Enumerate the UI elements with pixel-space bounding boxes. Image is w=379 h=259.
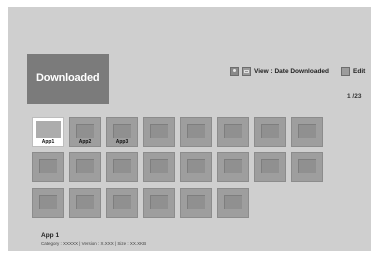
app-thumbnail — [76, 159, 94, 173]
app-thumbnail — [76, 124, 94, 138]
app-tile[interactable] — [180, 117, 212, 147]
app-thumbnail — [224, 159, 242, 173]
app-thumbnail — [150, 124, 168, 138]
app-tile[interactable] — [180, 188, 212, 218]
header-tab: Downloaded — [27, 54, 109, 104]
app-tile[interactable] — [143, 117, 175, 147]
app-tile-app2[interactable]: App2 — [69, 117, 101, 147]
app-thumbnail — [298, 159, 316, 173]
app-thumbnail — [298, 124, 316, 138]
app-grid-row: App1 App2 App3 — [32, 117, 323, 147]
app-tile[interactable] — [254, 117, 286, 147]
app-tile[interactable] — [180, 152, 212, 182]
app-tile[interactable] — [32, 188, 64, 218]
screen: Downloaded View : Date Downloaded Edit 1… — [8, 7, 371, 251]
app-tile[interactable] — [106, 152, 138, 182]
app-tile[interactable] — [143, 152, 175, 182]
app-tile[interactable] — [69, 188, 101, 218]
selected-app-name: App 1 — [41, 232, 60, 239]
view-sort-label[interactable]: View : Date Downloaded — [254, 68, 329, 75]
app-tile[interactable] — [143, 188, 175, 218]
app-grid-row — [32, 152, 323, 182]
app-tile[interactable] — [106, 188, 138, 218]
app-thumbnail — [113, 159, 131, 173]
app-label: App1 — [41, 139, 55, 145]
edit-icon[interactable] — [341, 66, 351, 76]
user-icon[interactable] — [230, 66, 239, 76]
page-title: Downloaded — [36, 72, 100, 84]
app-thumbnail — [113, 124, 131, 138]
app-tile[interactable] — [291, 152, 323, 182]
app-label: App2 — [78, 139, 92, 145]
app-tile-app1[interactable]: App1 — [32, 117, 64, 147]
app-grid-row — [32, 188, 249, 218]
app-thumbnail — [187, 195, 205, 209]
app-tile[interactable] — [291, 117, 323, 147]
app-thumbnail — [113, 195, 131, 209]
app-tile[interactable] — [217, 188, 249, 218]
app-thumbnail — [224, 195, 242, 209]
app-tile[interactable] — [69, 152, 101, 182]
app-label: App3 — [115, 139, 129, 145]
toolbar: View : Date Downloaded Edit — [230, 65, 365, 77]
view-icon[interactable] — [242, 66, 251, 76]
app-tile[interactable] — [254, 152, 286, 182]
app-thumbnail — [187, 124, 205, 138]
app-tile[interactable] — [217, 152, 249, 182]
app-thumbnail — [39, 159, 57, 173]
app-thumbnail — [261, 124, 279, 138]
app-thumbnail — [76, 195, 94, 209]
app-thumbnail — [36, 121, 61, 138]
app-thumbnail — [150, 195, 168, 209]
page-indicator: 1 /23 — [347, 93, 362, 100]
selected-app-details: Category : XXXXX | Version : X.XXX | Siz… — [41, 241, 147, 246]
app-thumbnail — [39, 195, 57, 209]
app-tile-app3[interactable]: App3 — [106, 117, 138, 147]
app-thumbnail — [224, 124, 242, 138]
app-thumbnail — [261, 159, 279, 173]
app-thumbnail — [187, 159, 205, 173]
app-tile[interactable] — [217, 117, 249, 147]
app-thumbnail — [150, 159, 168, 173]
app-tile[interactable] — [32, 152, 64, 182]
edit-label[interactable]: Edit — [353, 68, 365, 75]
